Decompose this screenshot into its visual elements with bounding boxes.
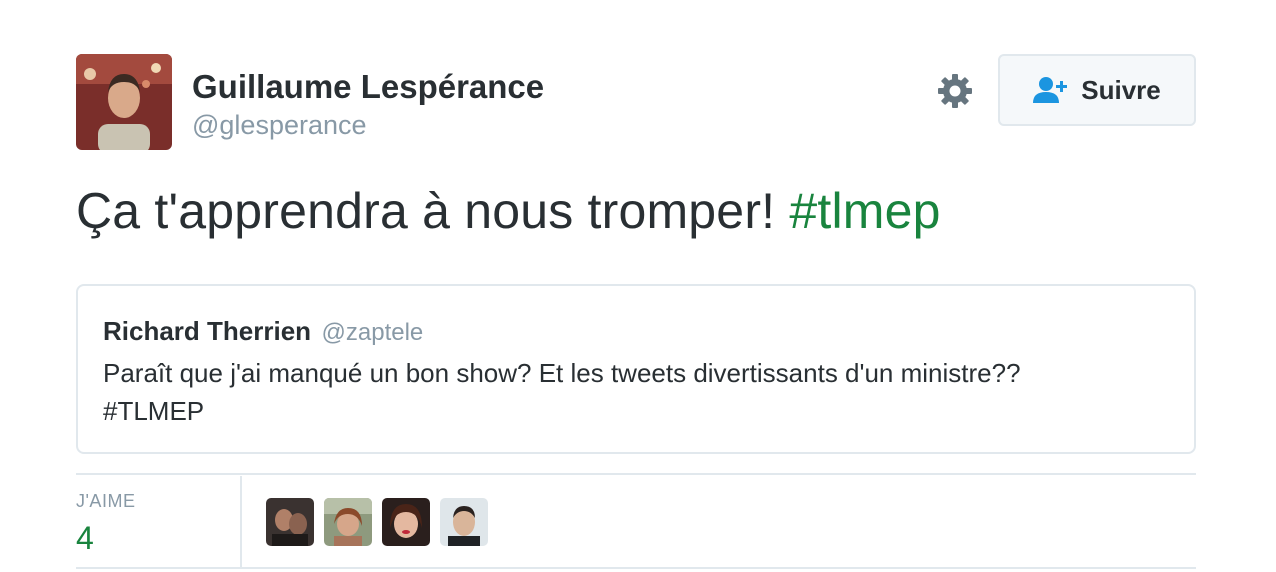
quoted-tweet-header: Richard Therrien @zaptele	[103, 316, 423, 347]
author-handle[interactable]: @glesperance	[192, 110, 367, 141]
likes-label: J'AIME	[76, 491, 136, 511]
hashtag-link[interactable]: #tlmep	[789, 183, 940, 239]
author-avatar[interactable]	[76, 54, 172, 150]
tweet-text: Ça t'apprendra à nous tromper! #tlmep	[76, 182, 941, 240]
quoted-tweet-line-1: Paraît que j'ai manqué un bon show? Et l…	[103, 358, 1021, 388]
follow-button[interactable]: Suivre	[998, 54, 1196, 126]
likes-count[interactable]: 4	[76, 520, 94, 557]
liker-avatar[interactable]	[382, 498, 430, 546]
stats-top-divider	[76, 473, 1196, 475]
stats-bottom-divider	[76, 567, 1196, 569]
quoted-author-handle: @zaptele	[321, 319, 424, 346]
person-plus-icon	[1033, 75, 1071, 105]
likers-list	[266, 498, 498, 546]
quoted-author-name: Richard Therrien	[103, 316, 312, 346]
quoted-tweet-text: Paraît que j'ai manqué un bon show? Et l…	[103, 354, 1163, 430]
gear-icon[interactable]	[935, 71, 975, 111]
follow-label: Suivre	[1081, 74, 1161, 105]
liker-avatar[interactable]	[266, 498, 314, 546]
stats-vertical-divider	[240, 476, 242, 568]
author-name[interactable]: Guillaume Lespérance	[192, 68, 544, 106]
liker-avatar[interactable]	[440, 498, 488, 546]
liker-avatar[interactable]	[324, 498, 372, 546]
quoted-tweet-line-2: #TLMEP	[103, 396, 205, 426]
tweet-body: Ça t'apprendra à nous tromper!	[76, 183, 790, 239]
quoted-tweet-card[interactable]: Richard Therrien @zaptele Paraît que j'a…	[76, 284, 1196, 454]
